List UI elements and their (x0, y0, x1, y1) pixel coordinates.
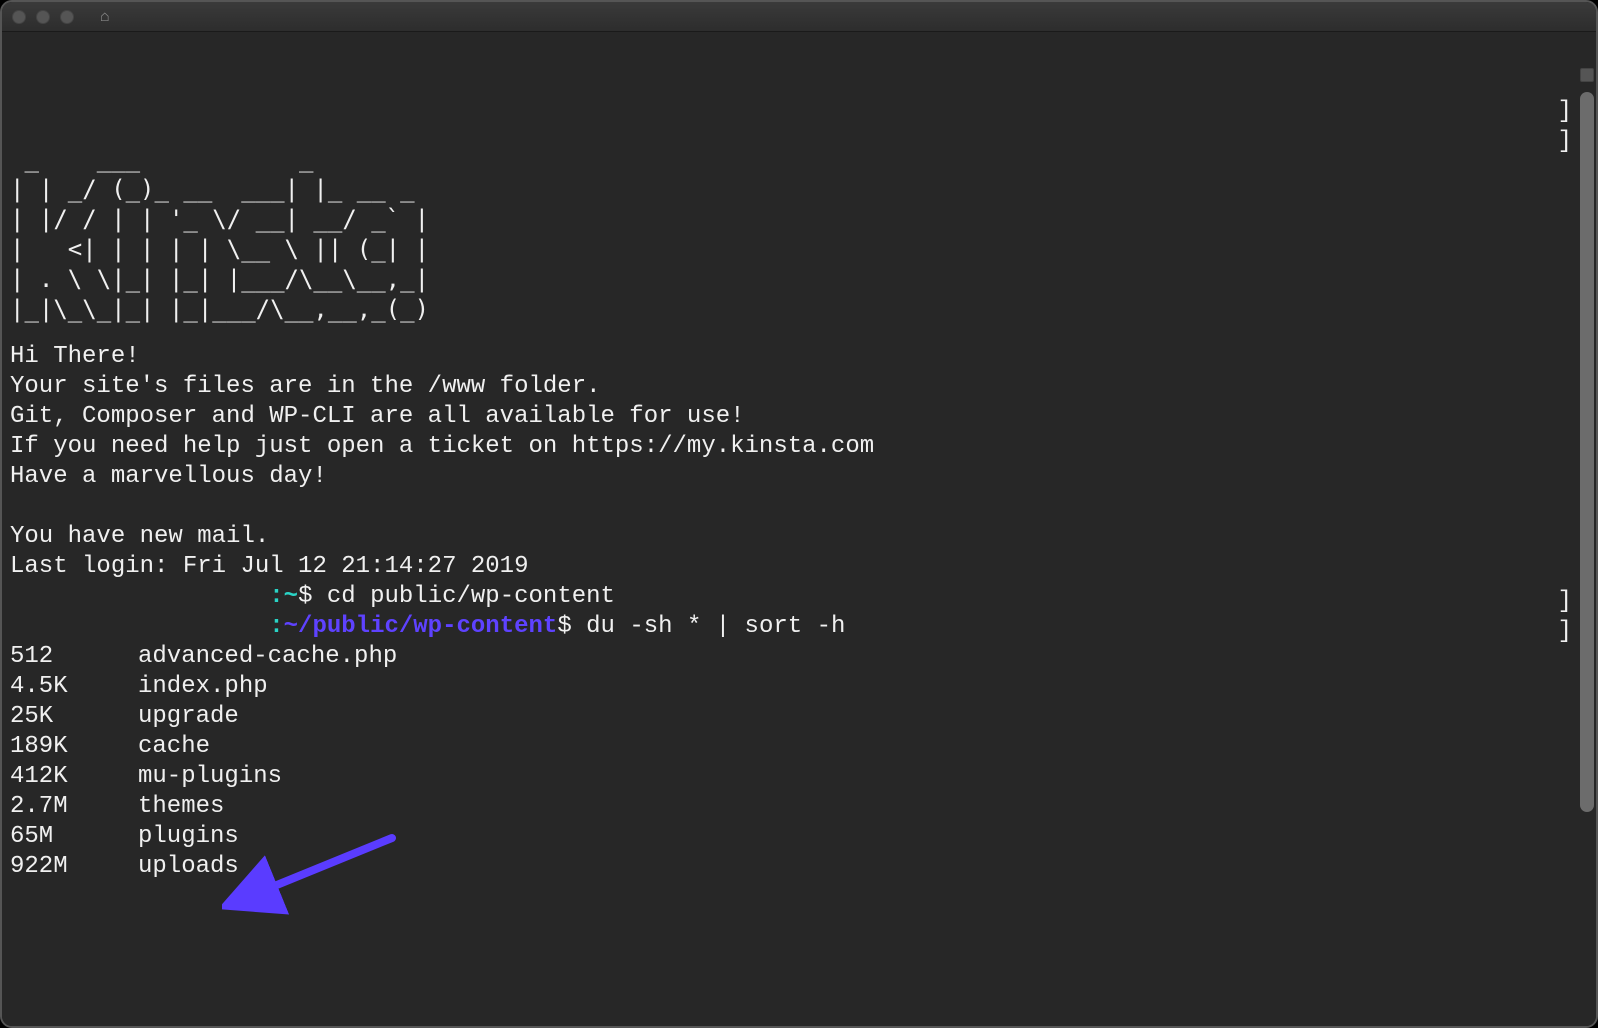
file-size: 922M (10, 852, 138, 882)
scrollbar-thumb[interactable] (1580, 92, 1594, 812)
blank-line (10, 114, 1588, 144)
file-size: 25K (10, 702, 138, 732)
file-size: 4.5K (10, 672, 138, 702)
motd-line: Hi There! (10, 342, 1588, 372)
last-login: Last login: Fri Jul 12 21:14:27 2019 (10, 552, 1588, 582)
list-item: 512advanced-cache.php (10, 642, 1588, 672)
file-size: 2.7M (10, 792, 138, 822)
list-item: 25Kupgrade (10, 702, 1588, 732)
terminal-body[interactable]: ] ] ] ] _ ___ _ | | _/ (_)_ __ ___| |_ _… (2, 32, 1596, 1026)
motd-line: Git, Composer and WP-CLI are all availab… (10, 402, 1588, 432)
list-item: 922Muploads (10, 852, 1588, 882)
home-icon: ⌂ (100, 8, 110, 26)
prompt-line-1: :~ $ cd public/wp-content (10, 582, 1588, 612)
list-item: 65Mplugins (10, 822, 1588, 852)
terminal-window: ⌂ ] ] ] ] _ ___ _ | | _/ (_)_ __ ___| |_… (0, 0, 1598, 1028)
file-size: 512 (10, 642, 138, 672)
bracket-marker: ] (1558, 98, 1572, 125)
motd-line: Your site's files are in the /www folder… (10, 372, 1588, 402)
prompt-path: :~ (269, 582, 298, 612)
bracket-marker: ] (1558, 588, 1572, 615)
file-name: index.php (138, 672, 268, 702)
minimize-icon[interactable] (36, 10, 50, 24)
du-listing: 512advanced-cache.php4.5Kindex.php25Kupg… (10, 642, 1588, 882)
file-size: 189K (10, 732, 138, 762)
file-name: themes (138, 792, 224, 822)
file-name: uploads (138, 852, 239, 882)
motd-line: Have a marvellous day! (10, 462, 1588, 492)
file-name: cache (138, 732, 210, 762)
prompt-line-2: : ~/public/wp-content $ du -sh * | sort … (10, 612, 1588, 642)
file-size: 65M (10, 822, 138, 852)
list-item: 4.5Kindex.php (10, 672, 1588, 702)
zoom-icon[interactable] (60, 10, 74, 24)
blank-line (10, 492, 1588, 522)
prompt-colon: : (269, 612, 283, 642)
prompt-sigil: $ (298, 582, 327, 612)
file-name: advanced-cache.php (138, 642, 397, 672)
prompt-sigil: $ (557, 612, 586, 642)
close-icon[interactable] (12, 10, 26, 24)
file-name: upgrade (138, 702, 239, 732)
command-text: cd public/wp-content (327, 582, 615, 612)
blank-line (10, 332, 1588, 342)
mail-notice: You have new mail. (10, 522, 1588, 552)
prompt-pad (10, 582, 269, 612)
file-name: plugins (138, 822, 239, 852)
motd-line: If you need help just open a ticket on h… (10, 432, 1588, 462)
prompt-pad (10, 612, 269, 642)
list-item: 2.7Mthemes (10, 792, 1588, 822)
prompt-path: ~/public/wp-content (284, 612, 558, 642)
list-item: 189Kcache (10, 732, 1588, 762)
scroll-toggle-icon[interactable] (1580, 68, 1594, 82)
file-name: mu-plugins (138, 762, 282, 792)
window-titlebar: ⌂ (2, 2, 1596, 32)
blank-line (10, 54, 1588, 84)
blank-line (10, 84, 1588, 114)
list-item: 412Kmu-plugins (10, 762, 1588, 792)
file-size: 412K (10, 762, 138, 792)
bracket-marker: ] (1558, 128, 1572, 155)
bracket-marker: ] (1558, 618, 1572, 645)
ascii-art-banner: _ ___ _ | | _/ (_)_ __ ___| |_ __ _ | |/… (10, 144, 1588, 324)
command-text: du -sh * | sort -h (586, 612, 845, 642)
